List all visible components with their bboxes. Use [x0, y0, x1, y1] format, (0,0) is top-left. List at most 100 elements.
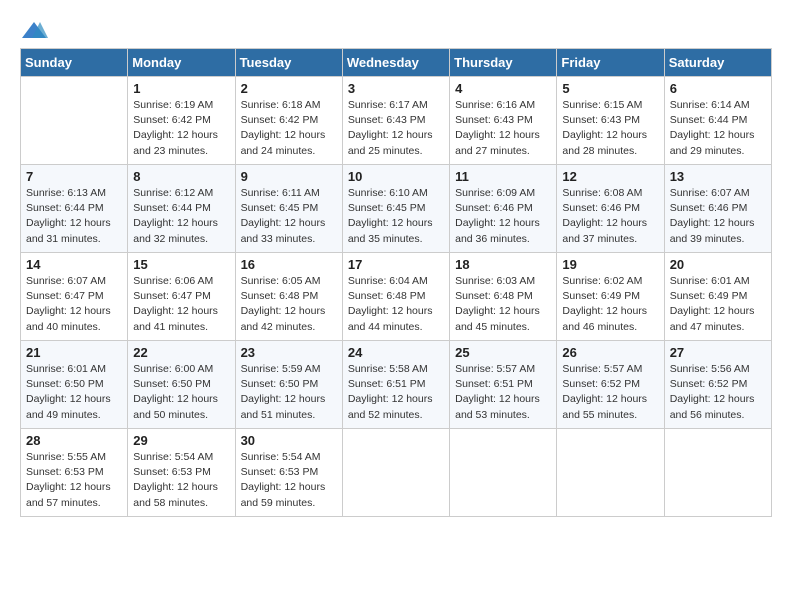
calendar-cell: 29 Sunrise: 5:54 AM Sunset: 6:53 PM Dayli… [128, 429, 235, 517]
day-number: 27 [670, 345, 766, 360]
day-info: Sunrise: 6:17 AM Sunset: 6:43 PM Dayligh… [348, 98, 444, 159]
weekday-header: Sunday [21, 49, 128, 77]
day-number: 16 [241, 257, 337, 272]
calendar-cell: 2 Sunrise: 6:18 AM Sunset: 6:42 PM Daylig… [235, 77, 342, 165]
calendar-cell: 7 Sunrise: 6:13 AM Sunset: 6:44 PM Daylig… [21, 165, 128, 253]
calendar-cell: 27 Sunrise: 5:56 AM Sunset: 6:52 PM Dayli… [664, 341, 771, 429]
day-info: Sunrise: 6:00 AM Sunset: 6:50 PM Dayligh… [133, 362, 229, 423]
day-info: Sunrise: 5:56 AM Sunset: 6:52 PM Dayligh… [670, 362, 766, 423]
day-info: Sunrise: 6:15 AM Sunset: 6:43 PM Dayligh… [562, 98, 658, 159]
calendar-cell: 16 Sunrise: 6:05 AM Sunset: 6:48 PM Dayli… [235, 253, 342, 341]
day-info: Sunrise: 6:14 AM Sunset: 6:44 PM Dayligh… [670, 98, 766, 159]
day-number: 19 [562, 257, 658, 272]
day-number: 11 [455, 169, 551, 184]
day-number: 5 [562, 81, 658, 96]
day-info: Sunrise: 6:08 AM Sunset: 6:46 PM Dayligh… [562, 186, 658, 247]
calendar-cell: 6Sunrise: 6:14 AM Sunset: 6:44 PM Daylig… [664, 77, 771, 165]
day-info: Sunrise: 6:02 AM Sunset: 6:49 PM Dayligh… [562, 274, 658, 335]
day-number: 17 [348, 257, 444, 272]
day-info: Sunrise: 6:04 AM Sunset: 6:48 PM Dayligh… [348, 274, 444, 335]
calendar-table: SundayMondayTuesdayWednesdayThursdayFrid… [20, 48, 772, 517]
day-info: Sunrise: 6:13 AM Sunset: 6:44 PM Dayligh… [26, 186, 122, 247]
day-info: Sunrise: 6:07 AM Sunset: 6:46 PM Dayligh… [670, 186, 766, 247]
day-info: Sunrise: 6:18 AM Sunset: 6:42 PM Dayligh… [241, 98, 337, 159]
day-info: Sunrise: 5:55 AM Sunset: 6:53 PM Dayligh… [26, 450, 122, 511]
calendar-cell: 24 Sunrise: 5:58 AM Sunset: 6:51 PM Dayli… [342, 341, 449, 429]
calendar-cell: 14 Sunrise: 6:07 AM Sunset: 6:47 PM Dayli… [21, 253, 128, 341]
day-info: Sunrise: 6:01 AM Sunset: 6:50 PM Dayligh… [26, 362, 122, 423]
calendar-cell: 15 Sunrise: 6:06 AM Sunset: 6:47 PM Dayli… [128, 253, 235, 341]
calendar-cell: 3 Sunrise: 6:17 AM Sunset: 6:43 PM Daylig… [342, 77, 449, 165]
calendar-cell: 21 Sunrise: 6:01 AM Sunset: 6:50 PM Dayli… [21, 341, 128, 429]
day-number: 10 [348, 169, 444, 184]
calendar-cell [557, 429, 664, 517]
calendar-week-row: 28 Sunrise: 5:55 AM Sunset: 6:53 PM Dayli… [21, 429, 772, 517]
day-info: Sunrise: 6:05 AM Sunset: 6:48 PM Dayligh… [241, 274, 337, 335]
calendar-cell [664, 429, 771, 517]
day-number: 29 [133, 433, 229, 448]
calendar-cell: 19 Sunrise: 6:02 AM Sunset: 6:49 PM Dayli… [557, 253, 664, 341]
day-info: Sunrise: 6:07 AM Sunset: 6:47 PM Dayligh… [26, 274, 122, 335]
calendar-cell: 5 Sunrise: 6:15 AM Sunset: 6:43 PM Daylig… [557, 77, 664, 165]
weekday-header: Monday [128, 49, 235, 77]
day-number: 21 [26, 345, 122, 360]
day-number: 8 [133, 169, 229, 184]
calendar-week-row: 14 Sunrise: 6:07 AM Sunset: 6:47 PM Dayli… [21, 253, 772, 341]
weekday-header: Wednesday [342, 49, 449, 77]
day-number: 22 [133, 345, 229, 360]
day-number: 26 [562, 345, 658, 360]
logo [20, 20, 52, 40]
day-number: 20 [670, 257, 766, 272]
day-info: Sunrise: 6:01 AM Sunset: 6:49 PM Dayligh… [670, 274, 766, 335]
day-number: 9 [241, 169, 337, 184]
weekday-header: Saturday [664, 49, 771, 77]
day-number: 3 [348, 81, 444, 96]
day-info: Sunrise: 5:54 AM Sunset: 6:53 PM Dayligh… [133, 450, 229, 511]
day-number: 28 [26, 433, 122, 448]
calendar-cell: 20 Sunrise: 6:01 AM Sunset: 6:49 PM Dayli… [664, 253, 771, 341]
weekday-header: Friday [557, 49, 664, 77]
day-number: 7 [26, 169, 122, 184]
calendar-cell: 22 Sunrise: 6:00 AM Sunset: 6:50 PM Dayli… [128, 341, 235, 429]
day-info: Sunrise: 5:57 AM Sunset: 6:52 PM Dayligh… [562, 362, 658, 423]
day-info: Sunrise: 5:59 AM Sunset: 6:50 PM Dayligh… [241, 362, 337, 423]
day-info: Sunrise: 5:57 AM Sunset: 6:51 PM Dayligh… [455, 362, 551, 423]
day-info: Sunrise: 6:19 AM Sunset: 6:42 PM Dayligh… [133, 98, 229, 159]
calendar-cell: 10 Sunrise: 6:10 AM Sunset: 6:45 PM Dayli… [342, 165, 449, 253]
day-info: Sunrise: 6:11 AM Sunset: 6:45 PM Dayligh… [241, 186, 337, 247]
day-number: 13 [670, 169, 766, 184]
day-number: 24 [348, 345, 444, 360]
calendar-cell: 12 Sunrise: 6:08 AM Sunset: 6:46 PM Dayli… [557, 165, 664, 253]
day-info: Sunrise: 6:12 AM Sunset: 6:44 PM Dayligh… [133, 186, 229, 247]
calendar-cell: 4 Sunrise: 6:16 AM Sunset: 6:43 PM Daylig… [450, 77, 557, 165]
calendar-cell: 8 Sunrise: 6:12 AM Sunset: 6:44 PM Daylig… [128, 165, 235, 253]
day-number: 12 [562, 169, 658, 184]
calendar-cell [450, 429, 557, 517]
day-info: Sunrise: 6:03 AM Sunset: 6:48 PM Dayligh… [455, 274, 551, 335]
day-info: Sunrise: 6:10 AM Sunset: 6:45 PM Dayligh… [348, 186, 444, 247]
weekday-header-row: SundayMondayTuesdayWednesdayThursdayFrid… [21, 49, 772, 77]
day-number: 4 [455, 81, 551, 96]
day-number: 18 [455, 257, 551, 272]
day-number: 2 [241, 81, 337, 96]
day-number: 15 [133, 257, 229, 272]
weekday-header: Thursday [450, 49, 557, 77]
calendar-cell [21, 77, 128, 165]
calendar-week-row: 21 Sunrise: 6:01 AM Sunset: 6:50 PM Dayli… [21, 341, 772, 429]
logo-icon [20, 20, 48, 40]
calendar-cell: 1Sunrise: 6:19 AM Sunset: 6:42 PM Daylig… [128, 77, 235, 165]
calendar-cell: 30Sunrise: 5:54 AM Sunset: 6:53 PM Dayli… [235, 429, 342, 517]
calendar-cell: 23 Sunrise: 5:59 AM Sunset: 6:50 PM Dayli… [235, 341, 342, 429]
page-header [20, 20, 772, 40]
calendar-cell: 26 Sunrise: 5:57 AM Sunset: 6:52 PM Dayli… [557, 341, 664, 429]
day-info: Sunrise: 6:06 AM Sunset: 6:47 PM Dayligh… [133, 274, 229, 335]
calendar-cell: 9 Sunrise: 6:11 AM Sunset: 6:45 PM Daylig… [235, 165, 342, 253]
day-number: 25 [455, 345, 551, 360]
day-info: Sunrise: 6:09 AM Sunset: 6:46 PM Dayligh… [455, 186, 551, 247]
day-info: Sunrise: 5:58 AM Sunset: 6:51 PM Dayligh… [348, 362, 444, 423]
day-number: 23 [241, 345, 337, 360]
calendar-week-row: 1Sunrise: 6:19 AM Sunset: 6:42 PM Daylig… [21, 77, 772, 165]
day-number: 14 [26, 257, 122, 272]
day-info: Sunrise: 6:16 AM Sunset: 6:43 PM Dayligh… [455, 98, 551, 159]
calendar-cell: 25 Sunrise: 5:57 AM Sunset: 6:51 PM Dayli… [450, 341, 557, 429]
